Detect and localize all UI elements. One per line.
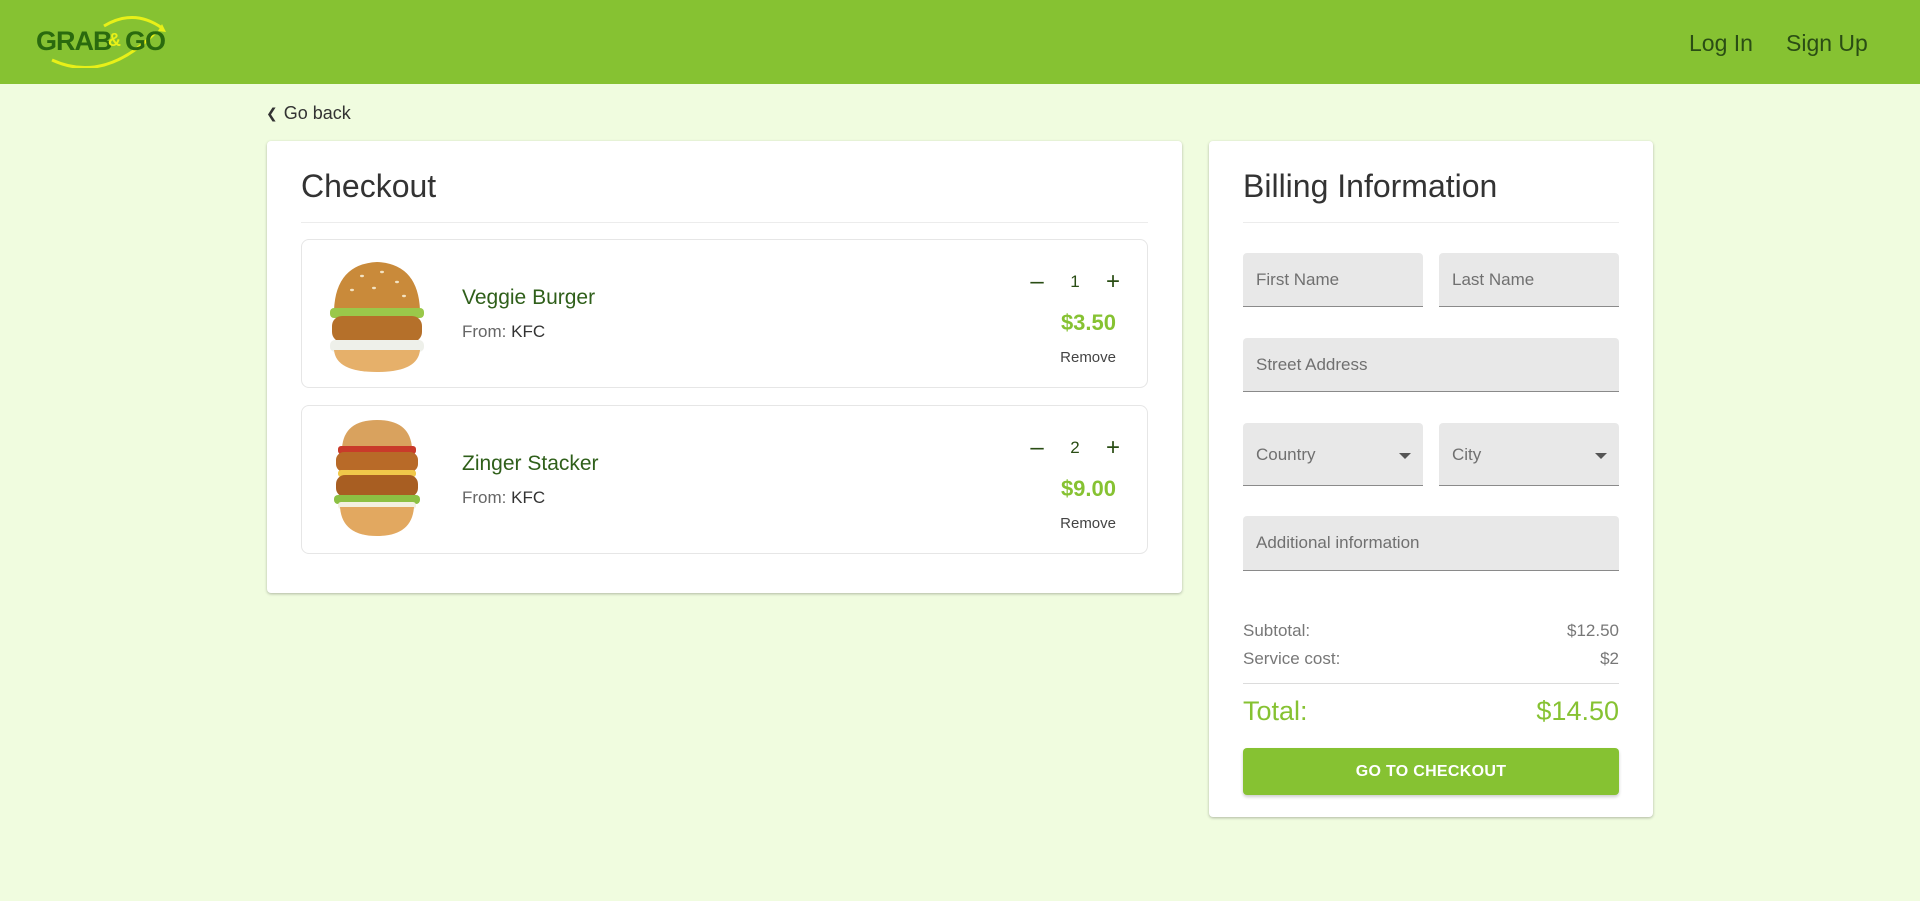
country-select[interactable]: Country: [1243, 423, 1423, 486]
additional-info-field: [1243, 516, 1619, 571]
chevron-left-icon: ❮: [266, 105, 278, 121]
billing-card: Billing Information Country City Subtota…: [1209, 141, 1653, 817]
country-label: Country: [1256, 445, 1316, 464]
item-name: Zinger Stacker: [462, 452, 599, 475]
plus-icon[interactable]: +: [1101, 436, 1125, 460]
go-back-link[interactable]: ❮ Go back: [266, 103, 351, 124]
grab-and-go-logo[interactable]: GRAB & GO: [34, 14, 168, 70]
minus-icon[interactable]: –: [1025, 270, 1049, 294]
item-price: $3.50: [1060, 310, 1116, 335]
quantity-stepper: – 1 +: [1025, 270, 1125, 294]
quantity-value: 1: [1070, 272, 1080, 291]
street-address-field: [1243, 338, 1619, 392]
city-label: City: [1452, 445, 1482, 464]
first-name-input[interactable]: [1243, 253, 1423, 306]
remove-button[interactable]: Remove: [1060, 349, 1116, 366]
divider: [301, 222, 1148, 223]
cart-item: Veggie Burger From: KFC – 1 + $3.50 Remo…: [301, 239, 1148, 388]
remove-button[interactable]: Remove: [1060, 515, 1116, 532]
svg-text:GRAB: GRAB: [36, 26, 112, 56]
subtotal-label: Subtotal:: [1243, 621, 1311, 640]
total-row: Total: $14.50: [1243, 696, 1619, 727]
billing-title: Billing Information: [1243, 168, 1498, 204]
vendor-name: KFC: [511, 488, 546, 507]
divider: [1243, 683, 1619, 684]
plus-icon[interactable]: +: [1101, 270, 1125, 294]
street-address-input[interactable]: [1243, 338, 1619, 391]
top-bar: GRAB & GO Log In Sign Up: [0, 0, 1920, 84]
checkout-title: Checkout: [301, 168, 437, 204]
service-cost-row: Service cost: $2: [1243, 649, 1619, 669]
caret-down-icon: [1595, 453, 1607, 459]
signup-link[interactable]: Sign Up: [1786, 30, 1868, 57]
item-vendor: From: KFC: [462, 488, 545, 508]
from-label: From:: [462, 488, 507, 507]
item-price: $9.00: [1060, 476, 1116, 501]
total-label: Total:: [1243, 696, 1308, 726]
city-select[interactable]: City: [1439, 423, 1619, 486]
caret-down-icon: [1399, 453, 1411, 459]
svg-text:&: &: [108, 30, 121, 50]
go-to-checkout-button[interactable]: GO TO CHECKOUT: [1243, 748, 1619, 795]
item-name: Veggie Burger: [462, 286, 596, 309]
quantity-stepper: – 2 +: [1025, 436, 1125, 460]
subtotal-row: Subtotal: $12.50: [1243, 621, 1619, 641]
first-name-field: [1243, 253, 1423, 307]
svg-text:GO: GO: [125, 26, 165, 56]
divider: [1243, 222, 1619, 223]
quantity-value: 2: [1070, 438, 1080, 457]
login-link[interactable]: Log In: [1689, 30, 1753, 57]
cart-item: Zinger Stacker From: KFC – 2 + $9.00 Rem…: [301, 405, 1148, 554]
service-cost-value: $2: [1600, 649, 1619, 668]
additional-info-input[interactable]: [1243, 516, 1619, 570]
checkout-card: Checkout Veggie Burger From: KFC – 1 + $…: [267, 141, 1182, 593]
last-name-field: [1439, 253, 1619, 307]
minus-icon[interactable]: –: [1025, 436, 1049, 460]
from-label: From:: [462, 322, 507, 341]
total-value: $14.50: [1536, 696, 1619, 726]
item-vendor: From: KFC: [462, 322, 545, 342]
veggie-burger-image: [330, 262, 424, 372]
go-back-label: Go back: [283, 103, 351, 123]
zinger-stacker-image: [334, 420, 420, 536]
subtotal-value: $12.50: [1567, 621, 1619, 640]
service-cost-label: Service cost:: [1243, 649, 1341, 668]
last-name-input[interactable]: [1439, 253, 1619, 306]
vendor-name: KFC: [511, 322, 546, 341]
